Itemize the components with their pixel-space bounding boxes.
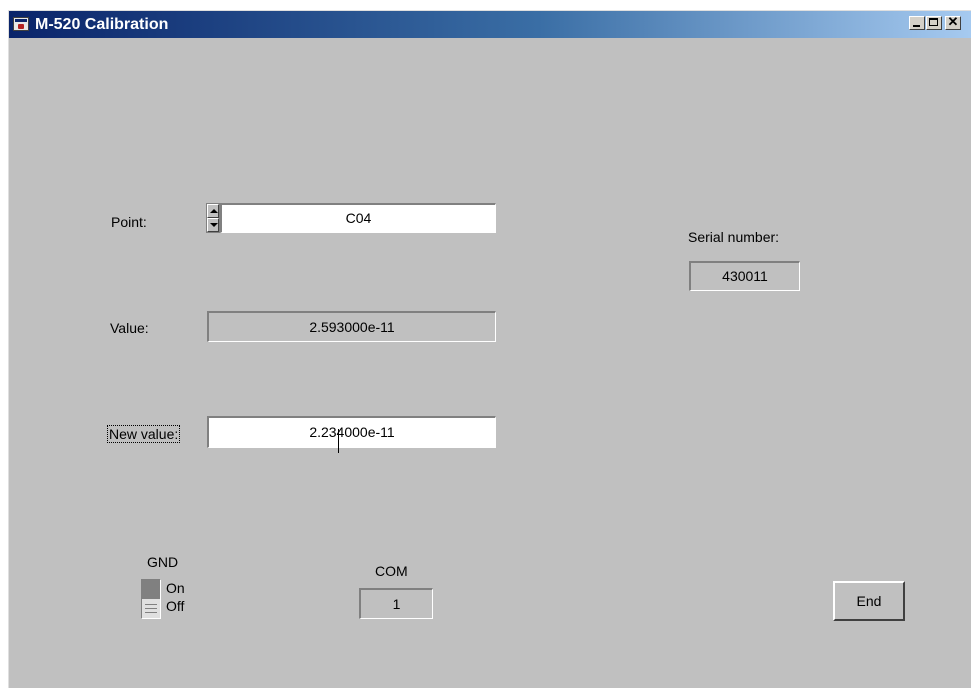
value-display: 2.593000e-11	[207, 311, 496, 342]
new-value-input[interactable]: 2.234000e-11	[207, 416, 496, 448]
maximize-icon[interactable]	[926, 16, 942, 30]
new-value-label-wrap: New value:	[107, 425, 181, 443]
close-icon[interactable]: ✕	[945, 15, 961, 30]
value-label: Value:	[110, 320, 149, 336]
minimize-icon[interactable]	[909, 16, 925, 30]
window-title: M-520 Calibration	[35, 16, 169, 33]
point-label: Point:	[111, 214, 147, 230]
end-button[interactable]: End	[833, 581, 905, 621]
spinner-up-icon[interactable]	[207, 204, 219, 218]
serial-number-display: 430011	[689, 261, 800, 291]
labview-app-icon[interactable]	[13, 17, 29, 31]
gnd-switch-on-position	[142, 580, 160, 599]
gnd-off-label: Off	[166, 598, 185, 614]
title-bar[interactable]: M-520 Calibration ✕	[9, 11, 971, 38]
com-label: COM	[375, 563, 408, 579]
calibration-window: M-520 Calibration ✕ Point: C04 Value: 2.…	[8, 10, 971, 688]
spinner-down-icon[interactable]	[207, 218, 219, 232]
text-caret	[338, 429, 339, 453]
gnd-on-label: On	[166, 580, 185, 596]
gnd-toggle-switch[interactable]	[141, 579, 161, 619]
point-spinner[interactable]	[206, 203, 220, 233]
point-field[interactable]: C04	[220, 203, 496, 233]
serial-number-label: Serial number:	[688, 229, 780, 245]
com-display: 1	[359, 588, 433, 619]
gnd-label: GND	[147, 554, 179, 570]
new-value-label: New value:	[107, 425, 181, 443]
gnd-switch-off-position	[142, 599, 160, 618]
